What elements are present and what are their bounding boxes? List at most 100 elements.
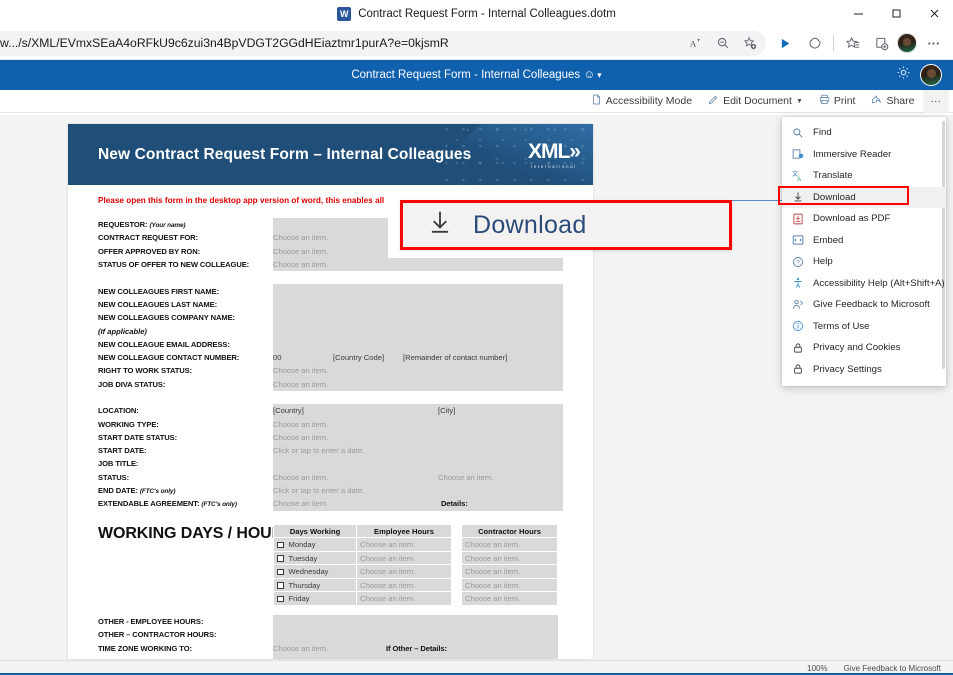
extendable-agreement-field[interactable]: Choose an item.	[273, 497, 438, 511]
chevron-down-icon[interactable]: ▾	[597, 70, 602, 80]
download-callout-label: Download	[473, 210, 587, 239]
address-bar[interactable]: w.../s/XML/EVmxSEaA4oRFkU9c6zui3n4BpVDGT…	[0, 30, 766, 56]
menu-item-terms-of-use[interactable]: Terms of Use	[782, 316, 946, 338]
time-zone-field[interactable]: Choose an item.	[273, 641, 383, 655]
location-city-field[interactable]: [City]	[438, 404, 563, 418]
menu-item-download-as-pdf[interactable]: Download as PDF	[782, 208, 946, 230]
account-avatar[interactable]	[920, 64, 942, 86]
menu-item-download[interactable]: Download	[782, 186, 946, 208]
checkbox-friday[interactable]	[277, 595, 284, 603]
day-cell-tuesday[interactable]: Tuesday	[273, 550, 357, 566]
printer-icon	[819, 94, 830, 108]
contractor-hours-thursday[interactable]: Choose an item.	[461, 577, 558, 593]
profile-avatar[interactable]	[897, 33, 917, 53]
form-section-new-colleague: NEW COLLEAGUES FIRST NAME: NEW COLLEAGUE…	[98, 284, 563, 404]
settings-more-icon[interactable]	[921, 31, 945, 55]
right-to-work-status-field[interactable]: Choose an item.	[273, 364, 563, 378]
employee-hours-tuesday[interactable]: Choose an item.	[356, 550, 452, 566]
close-button[interactable]	[915, 0, 953, 27]
last-name-field[interactable]	[273, 297, 563, 312]
menu-item-give-feedback[interactable]: Give Feedback to Microsoft	[782, 294, 946, 316]
contractor-hours-tuesday[interactable]: Choose an item.	[461, 550, 558, 566]
menu-item-find[interactable]: Find	[782, 122, 946, 144]
menu-item-label: Embed	[813, 234, 844, 246]
read-aloud-icon[interactable]: A	[684, 31, 708, 55]
menu-item-help[interactable]: ? Help	[782, 251, 946, 273]
time-zone-details-field[interactable]	[468, 641, 558, 655]
zoom-out-icon[interactable]	[711, 31, 735, 55]
print-button[interactable]: Print	[811, 90, 864, 113]
edit-document-button[interactable]: Edit Document ▼	[700, 90, 811, 113]
contractor-hours-wednesday[interactable]: Choose an item.	[461, 564, 558, 579]
download-callout[interactable]: Download	[400, 200, 732, 250]
translate-icon: 文A	[791, 169, 804, 182]
day-cell-wednesday[interactable]: Wednesday	[273, 564, 357, 579]
minimize-button[interactable]	[839, 0, 877, 27]
checkbox-wednesday[interactable]	[277, 568, 284, 576]
first-name-field[interactable]	[273, 284, 563, 298]
feedback-icon	[791, 298, 804, 311]
email-address-field[interactable]	[273, 337, 563, 351]
day-cell-monday[interactable]: Monday	[273, 537, 357, 552]
phone-remainder-field[interactable]: [Remainder of contact number]	[403, 350, 563, 365]
company-name-field[interactable]	[273, 311, 563, 338]
other-employee-hours-field[interactable]	[273, 614, 558, 629]
browser-essentials-icon[interactable]	[802, 31, 826, 55]
day-cell-friday[interactable]: Friday	[273, 591, 357, 606]
menu-item-accessibility-help[interactable]: Accessibility Help (Alt+Shift+A)	[782, 273, 946, 295]
public-holidays-field[interactable]: Choose an item.	[273, 654, 558, 659]
svg-text:A: A	[797, 177, 801, 182]
employee-hours-wednesday[interactable]: Choose an item.	[356, 564, 452, 579]
menu-item-privacy-and-cookies[interactable]: Privacy and Cookies	[782, 337, 946, 359]
end-date-field[interactable]: Click or tap to enter a date.	[273, 483, 563, 498]
employee-hours-thursday[interactable]: Choose an item.	[356, 577, 452, 593]
phone-country-code-field[interactable]: [Country Code]	[333, 350, 403, 365]
phone-prefix-field[interactable]: 00	[273, 350, 333, 365]
favorites-icon[interactable]	[841, 31, 865, 55]
menu-item-translate[interactable]: 文A Translate	[782, 165, 946, 187]
form-row: PUBLIC HOLIDAYS ALIGNED TO: Choose an it…	[98, 654, 558, 659]
menu-item-immersive-reader[interactable]: Immersive Reader	[782, 144, 946, 166]
feedback-link[interactable]: Give Feedback to Microsoft	[844, 664, 941, 673]
requestor-field[interactable]	[273, 218, 388, 232]
logo-wordmark: XML»	[527, 139, 581, 163]
location-country-field[interactable]: [Country]	[273, 404, 438, 418]
gear-icon[interactable]	[896, 65, 911, 85]
share-button[interactable]: Share	[863, 90, 922, 113]
contractor-hours-friday[interactable]: Choose an item.	[461, 591, 558, 606]
copilot-icon[interactable]	[774, 31, 798, 55]
employee-hours-monday[interactable]: Choose an item.	[356, 537, 452, 552]
contractor-hours-monday[interactable]: Choose an item.	[461, 537, 558, 552]
lock-icon	[791, 341, 804, 354]
menu-item-privacy-settings[interactable]: Privacy Settings	[782, 359, 946, 381]
add-favorite-icon[interactable]	[738, 31, 762, 55]
menu-item-embed[interactable]: Embed	[782, 230, 946, 252]
more-options-button[interactable]: ···	[922, 89, 949, 113]
collections-icon[interactable]	[869, 31, 893, 55]
extendable-details-label: Details:	[438, 497, 563, 511]
status-secondary-field[interactable]: Choose an item.	[438, 470, 563, 484]
office-appbar: Contract Request Form - Internal Colleag…	[0, 60, 953, 90]
day-cell-thursday[interactable]: Thursday	[273, 577, 357, 593]
callout-leader-line	[732, 200, 782, 201]
job-title-field[interactable]	[273, 457, 563, 471]
working-type-field[interactable]: Choose an item.	[273, 417, 563, 431]
status-field[interactable]: Choose an item.	[273, 470, 438, 484]
checkbox-thursday[interactable]	[277, 582, 284, 589]
other-contractor-hours-field[interactable]	[273, 628, 558, 642]
form-row: END DATE: (FTC's only) Click or tap to e…	[98, 483, 563, 498]
zoom-level[interactable]: 100%	[807, 664, 827, 673]
checkbox-tuesday[interactable]	[277, 555, 284, 562]
checkbox-monday[interactable]	[277, 541, 284, 549]
document-icon	[591, 94, 602, 108]
menu-item-label: Give Feedback to Microsoft	[813, 299, 930, 311]
employee-hours-friday[interactable]: Choose an item.	[356, 591, 452, 606]
maximize-button[interactable]	[877, 0, 915, 27]
accessibility-mode-button[interactable]: Accessibility Mode	[583, 90, 700, 113]
start-date-status-field[interactable]: Choose an item.	[273, 430, 563, 445]
status-of-offer-field[interactable]: Choose an item.	[273, 257, 563, 272]
start-date-field[interactable]: Click or tap to enter a date.	[273, 444, 563, 458]
contract-request-for-field[interactable]: Choose an item.	[273, 231, 388, 245]
offer-approved-by-ron-field[interactable]: Choose an item.	[273, 244, 388, 258]
job-diva-status-field[interactable]: Choose an item.	[273, 377, 563, 391]
